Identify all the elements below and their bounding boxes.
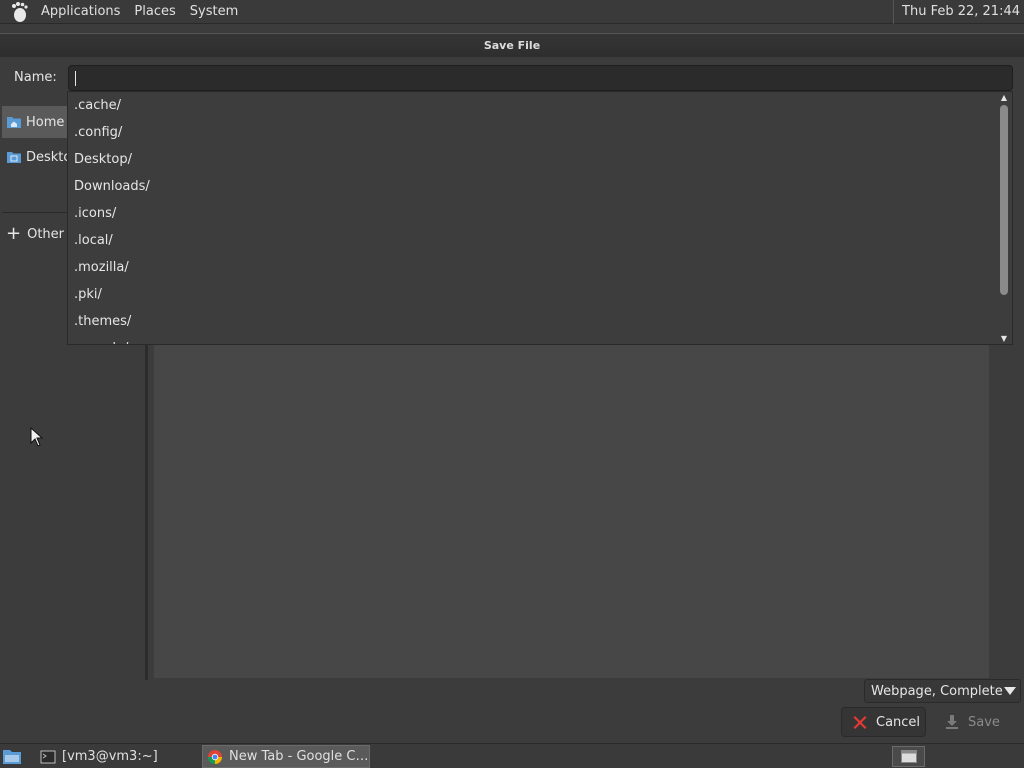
save-button[interactable]: Save (934, 707, 1017, 737)
taskbar-task-label: New Tab - Google C… (229, 749, 369, 764)
mouse-pointer-icon (30, 427, 44, 447)
file-type-select[interactable]: Webpage, Complete (864, 679, 1021, 703)
taskbar-task-chrome[interactable]: New Tab - Google C… (202, 745, 370, 768)
gnome-foot-icon[interactable] (8, 1, 30, 23)
autocomplete-item[interactable]: .mozilla/ (74, 254, 129, 281)
desktop-folder-icon (7, 152, 21, 163)
save-button-label: Save (968, 714, 1000, 730)
autocomplete-dropdown: .cache/ .config/ Desktop/ Downloads/ .ic… (67, 91, 1013, 345)
taskbar-task-label: [vm3@vm3:~] (62, 749, 158, 764)
autocomplete-item[interactable]: .pki/ (74, 281, 102, 308)
panel-clock[interactable]: Thu Feb 22, 21:44 (893, 0, 1020, 24)
download-icon (946, 715, 958, 729)
bottom-taskbar: [vm3@vm3:~] New Tab - Google C… (0, 743, 1024, 768)
dialog-title: Save File (483, 39, 541, 52)
file-type-value: Webpage, Complete (871, 683, 1003, 699)
chevron-down-icon (1004, 687, 1016, 695)
autocomplete-item[interactable]: .cache/ (74, 92, 121, 119)
scrollbar-thumb[interactable] (1000, 105, 1008, 295)
autocomplete-item[interactable]: .config/ (74, 119, 122, 146)
autocomplete-item[interactable]: Desktop/ (74, 146, 132, 173)
autocomplete-item[interactable]: .themes/ (74, 308, 131, 335)
file-manager-icon[interactable] (2, 747, 22, 765)
show-desktop-button[interactable] (892, 746, 925, 767)
scroll-down-icon[interactable]: ▼ (999, 335, 1009, 343)
sidebar-item-label: Deskto (26, 149, 72, 165)
chrome-icon (207, 749, 223, 764)
name-input[interactable] (68, 65, 1013, 91)
plus-icon: + (6, 223, 22, 244)
close-icon (853, 716, 867, 729)
autocomplete-item[interactable]: .local/ (74, 227, 113, 254)
autocomplete-item[interactable]: Downloads/ (74, 173, 150, 200)
sidebar-item-label: Home (26, 114, 65, 130)
terminal-icon (40, 750, 56, 763)
dialog-titlebar[interactable]: Save File (0, 33, 1024, 57)
top-panel: Applications Places System Thu Feb 22, 2… (0, 0, 1024, 24)
window-icon (901, 750, 917, 763)
home-folder-icon (7, 117, 21, 128)
menu-applications[interactable]: Applications (34, 0, 127, 24)
scroll-up-icon[interactable]: ▲ (999, 94, 1009, 102)
cancel-button-label: Cancel (876, 714, 921, 730)
menu-system[interactable]: System (183, 0, 245, 24)
autocomplete-item[interactable]: .vscode/ (74, 335, 128, 344)
text-caret (75, 71, 76, 86)
name-label: Name: (14, 70, 57, 85)
dropdown-scrollbar[interactable]: ▲ ▼ (998, 94, 1010, 344)
taskbar-task-terminal[interactable]: [vm3@vm3:~] (36, 745, 158, 768)
autocomplete-item[interactable]: .icons/ (74, 200, 116, 227)
cancel-button[interactable]: Cancel (841, 707, 926, 737)
menu-places[interactable]: Places (127, 0, 182, 24)
